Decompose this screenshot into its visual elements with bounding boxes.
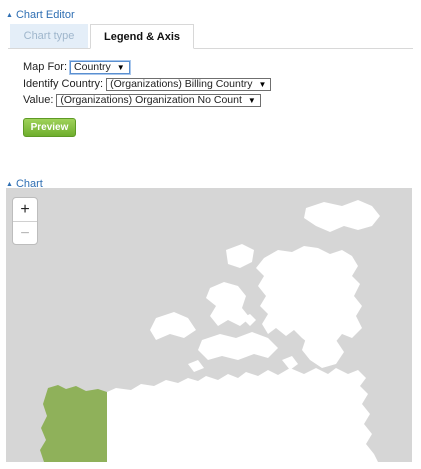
dropdown-arrow-icon: ▼ — [116, 62, 125, 72]
zoom-out-button[interactable]: − — [13, 222, 37, 244]
chart-editor-header[interactable]: ▲ Chart Editor — [6, 9, 75, 21]
dropdown-arrow-icon: ▼ — [258, 79, 267, 89]
map-for-value: Country — [74, 61, 111, 73]
caret-up-icon: ▲ — [6, 11, 13, 19]
value-select-value: (Organizations) Organization No Count — [60, 94, 242, 106]
map-svg — [40, 200, 380, 462]
island-south-mid — [198, 332, 278, 360]
island-small-2 — [282, 356, 298, 370]
chart-editor-title: Chart Editor — [15, 9, 75, 21]
highlighted-country[interactable] — [40, 385, 107, 462]
island-north-mid — [226, 244, 254, 268]
identify-country-select[interactable]: (Organizations) Billing Country ▼ — [106, 77, 272, 91]
caret-up-icon: ▲ — [6, 180, 13, 188]
identify-country-value: (Organizations) Billing Country — [110, 78, 253, 90]
land-mainland — [107, 368, 378, 462]
island-small-3 — [188, 360, 204, 372]
zoom-in-button[interactable]: + — [13, 198, 37, 222]
identify-country-label: Identify Country: — [23, 78, 104, 90]
map-canvas[interactable] — [6, 188, 412, 462]
island-west — [150, 312, 196, 340]
tab-legend-axis[interactable]: Legend & Axis — [90, 24, 194, 49]
identify-country-row: Identify Country: (Organizations) Billin… — [23, 77, 272, 91]
editor-tabs: Chart type Legend & Axis — [8, 24, 413, 49]
value-row: Value: (Organizations) Organization No C… — [23, 93, 261, 107]
preview-button[interactable]: Preview — [23, 118, 76, 137]
tab-chart-type[interactable]: Chart type — [10, 24, 88, 48]
island-top — [304, 200, 380, 232]
value-label: Value: — [23, 94, 54, 106]
dropdown-arrow-icon: ▼ — [247, 95, 256, 105]
value-select[interactable]: (Organizations) Organization No Count ▼ — [56, 93, 261, 107]
zoom-control: + − — [12, 197, 38, 245]
island-large-east — [256, 246, 362, 346]
map-for-row: Map For: Country ▼ — [23, 60, 130, 74]
map-for-select[interactable]: Country ▼ — [70, 60, 130, 74]
map-for-label: Map For: — [23, 61, 68, 73]
